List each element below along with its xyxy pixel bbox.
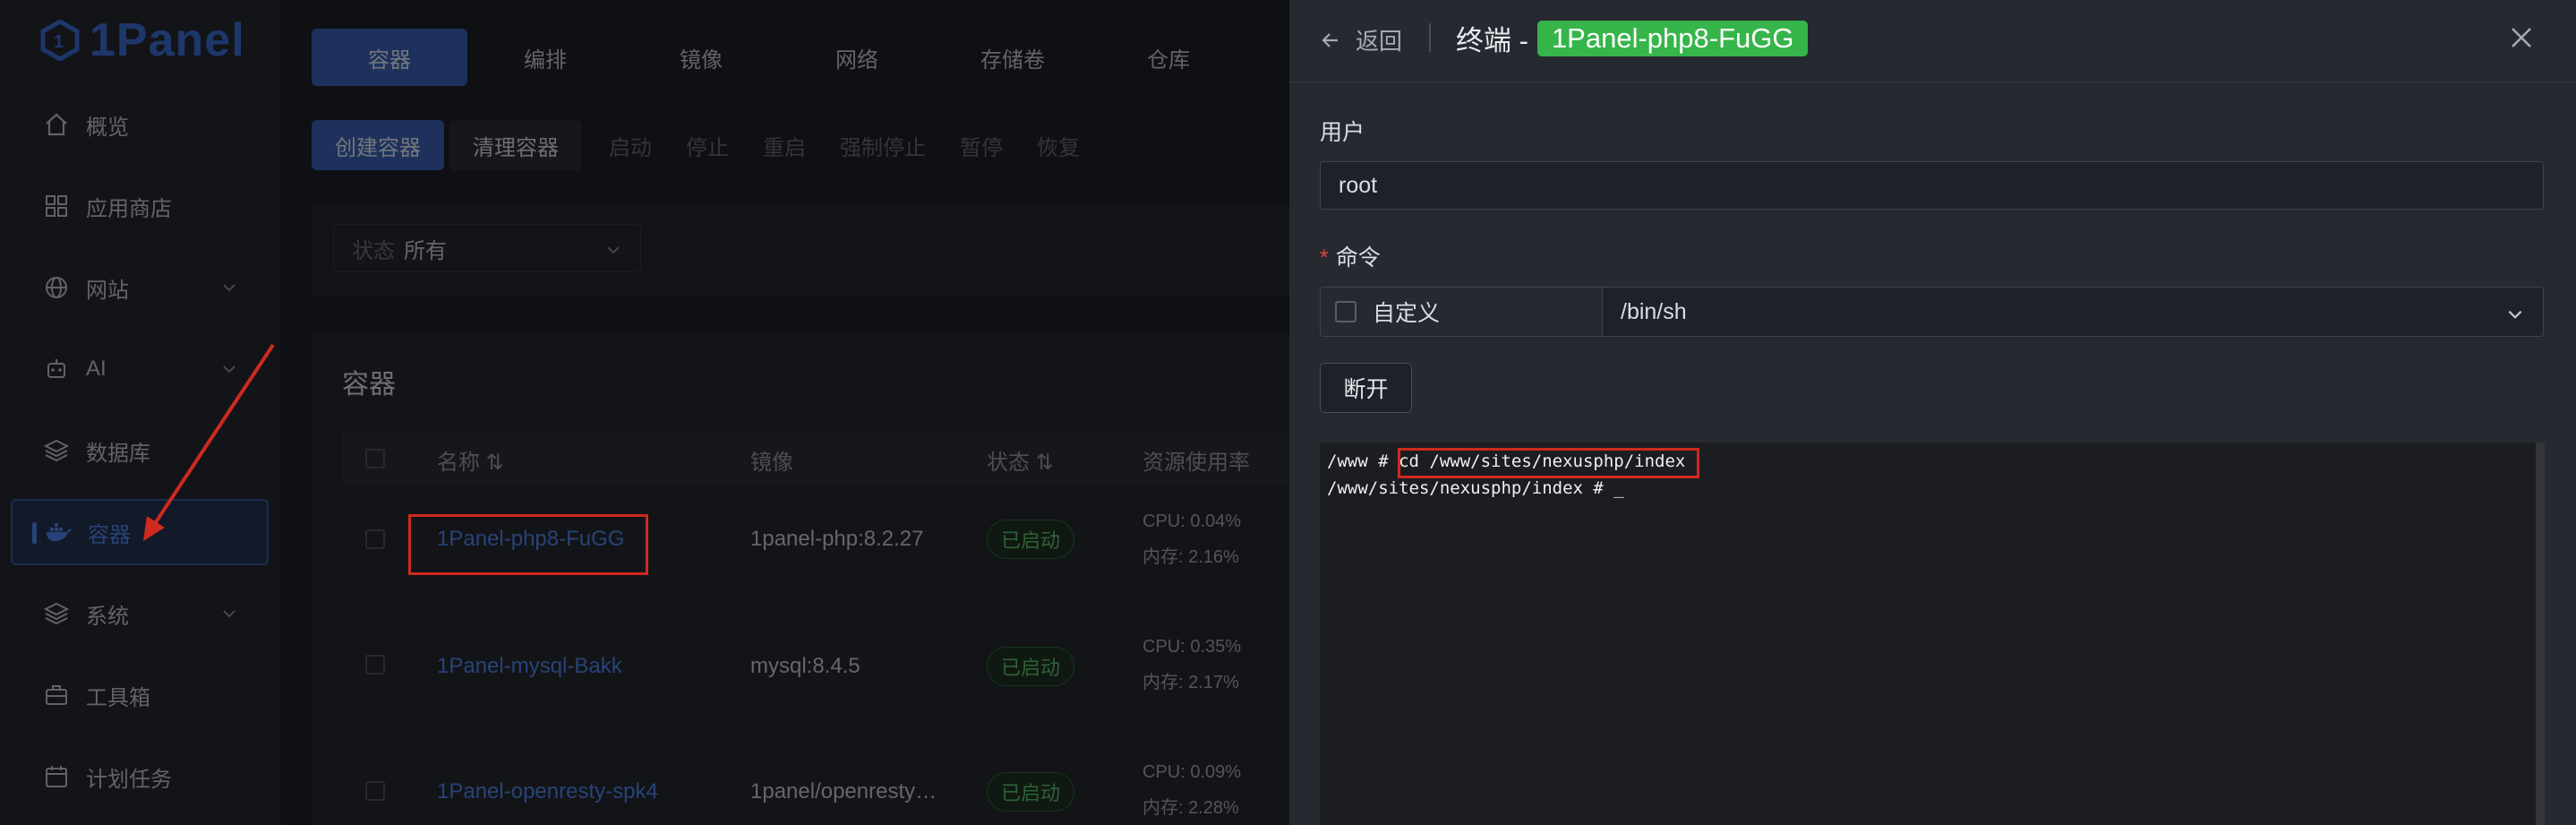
close-icon bbox=[2512, 28, 2531, 47]
annotation-highlight-box bbox=[1398, 448, 1699, 478]
custom-command-toggle[interactable]: 自定义 bbox=[1320, 287, 1603, 337]
command-select[interactable]: /bin/sh bbox=[1602, 287, 2544, 337]
back-label: 返回 bbox=[1356, 28, 1403, 55]
user-label: 用户 bbox=[1320, 120, 1365, 145]
terminal-prompt: /www # bbox=[1327, 451, 1399, 471]
disconnect-button[interactable]: 断开 bbox=[1320, 363, 1412, 413]
terminal-scrollbar[interactable] bbox=[2536, 443, 2545, 825]
chevron-down-icon bbox=[2505, 305, 2525, 324]
user-input[interactable]: root bbox=[1320, 161, 2544, 210]
terminal-line: /www/sites/nexusphp/index # _ bbox=[1327, 478, 1624, 498]
drawer-title-text: 终端 - bbox=[1456, 25, 1528, 56]
command-value: /bin/sh bbox=[1621, 298, 1687, 324]
custom-checkbox[interactable] bbox=[1335, 301, 1356, 322]
annotation-arrow-icon bbox=[143, 343, 275, 541]
header-divider bbox=[1429, 23, 1431, 52]
arrow-left-icon bbox=[1320, 30, 1341, 51]
container-name-badge: 1Panel-php8-FuGG bbox=[1536, 20, 1809, 56]
command-label: * 命令 bbox=[1320, 240, 1381, 272]
custom-label: 自定义 bbox=[1373, 301, 1441, 326]
drawer-title: 终端 - 1Panel-php8-FuGG bbox=[1456, 18, 1809, 58]
close-button[interactable] bbox=[2507, 23, 2536, 52]
command-label-text: 命令 bbox=[1335, 245, 1381, 271]
annotation-highlight-box bbox=[408, 514, 648, 575]
back-button[interactable]: 返回 bbox=[1320, 23, 1402, 56]
required-asterisk: * bbox=[1320, 245, 1329, 271]
terminal-window[interactable] bbox=[1320, 443, 2540, 825]
